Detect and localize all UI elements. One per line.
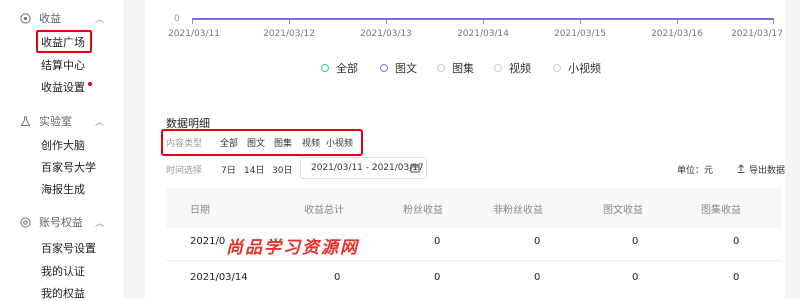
table-cell: 0: [434, 236, 441, 247]
chevron-up-icon: ︿: [95, 218, 105, 229]
row-divider: [166, 260, 782, 261]
filter-video[interactable]: 视频: [302, 136, 320, 149]
time-30d[interactable]: 30日: [272, 163, 292, 176]
watermark: 尚品学习资源网: [226, 238, 359, 258]
table-cell: 2021/0: [190, 236, 226, 247]
legend-item-short-video[interactable]: 小视频: [553, 60, 601, 76]
legend-label: 视频: [509, 62, 531, 75]
x-tick-label: 2021/03/14: [457, 29, 509, 39]
table-cell: 0: [534, 236, 541, 247]
legend-dot-icon: [553, 64, 561, 72]
flask-icon: [20, 116, 31, 127]
x-tick-label: 2021/03/12: [263, 29, 315, 39]
x-tick: [192, 19, 193, 24]
x-tick: [677, 19, 678, 24]
x-tick-label: 2021/03/17: [731, 29, 783, 39]
filter-gallery[interactable]: 图集: [274, 136, 292, 149]
export-button[interactable]: 导出数据: [737, 163, 785, 176]
x-tick: [289, 19, 290, 24]
legend-label: 图集: [452, 62, 474, 75]
column-header-fan-income: 粉丝收益: [403, 205, 443, 216]
sidebar-group-label: 实验室: [39, 115, 72, 128]
x-tick-label: 2021/03/13: [360, 29, 412, 39]
legend-item-gallery[interactable]: 图集: [437, 60, 474, 76]
table-cell: 0: [534, 272, 541, 283]
time-14d[interactable]: 14日: [244, 163, 264, 176]
sidebar-group-label: 账号权益: [39, 216, 83, 229]
x-tick-label: 2021/03/11: [168, 29, 220, 39]
chevron-up-icon: ︿: [95, 14, 105, 25]
table-cell: 0: [334, 272, 341, 283]
sidebar-item-label: 收益设置: [41, 81, 85, 94]
y-axis-zero-label: 0: [174, 14, 180, 24]
sidebar-item-earnings-settings[interactable]: 收益设置: [41, 79, 92, 95]
sidebar-group-earnings[interactable]: 收益 ︿: [20, 10, 104, 26]
time-select-label: 时间选择: [166, 166, 203, 176]
sidebar-item-poster-generation[interactable]: 海报生成: [41, 181, 85, 197]
chevron-up-icon: ︿: [95, 117, 105, 128]
unit-label: 单位：元: [677, 166, 714, 176]
table-header: [166, 188, 782, 228]
legend-dot-icon: [437, 64, 445, 72]
table-cell: 0: [733, 272, 740, 283]
table-cell: 0: [632, 236, 639, 247]
sidebar-group-account-rights[interactable]: 账号权益 ︿: [20, 214, 104, 230]
export-icon: [737, 163, 745, 176]
table-cell: 0: [434, 272, 441, 283]
sidebar-group-lab[interactable]: 实验室 ︿: [20, 113, 104, 129]
legend-dot-icon: [380, 64, 388, 72]
column-header-total: 收益总计: [304, 205, 344, 216]
table-cell: 2021/03/14: [190, 272, 248, 283]
column-header-gallery-income: 图集收益: [701, 205, 741, 216]
sidebar-item-creation-brain[interactable]: 创作大脑: [41, 137, 85, 153]
sidebar: 收益 ︿ 收益广场 结算中心 收益设置 实验室 ︿ 创作大脑 百家号大学 海报生…: [0, 0, 125, 300]
notification-dot: [88, 82, 92, 86]
x-tick: [773, 19, 774, 24]
sidebar-item-earnings-plaza[interactable]: 收益广场: [41, 34, 85, 50]
table-cell: 0: [632, 272, 639, 283]
column-header-date: 日期: [190, 205, 210, 216]
time-7d[interactable]: 7日: [221, 163, 236, 176]
legend-item-graphic[interactable]: 图文: [380, 60, 417, 76]
legend-dot-icon: [494, 64, 502, 72]
x-tick-label: 2021/03/15: [554, 29, 606, 39]
column-header-non-fan-income: 非粉丝收益: [493, 205, 543, 216]
export-label: 导出数据: [749, 166, 786, 176]
filter-graphic[interactable]: 图文: [247, 136, 265, 149]
legend-item-all[interactable]: 全部: [321, 60, 358, 76]
x-tick: [580, 19, 581, 24]
x-tick: [483, 19, 484, 24]
legend-dot-icon: [321, 64, 329, 72]
sidebar-item-settlement[interactable]: 结算中心: [41, 57, 85, 73]
sidebar-item-baijiahao-university[interactable]: 百家号大学: [41, 159, 96, 175]
earnings-icon: [20, 12, 31, 24]
sidebar-item-my-verification[interactable]: 我的认证: [41, 263, 85, 279]
column-header-graphic-income: 图文收益: [603, 205, 643, 216]
x-tick-label: 2021/03/16: [651, 29, 703, 39]
date-range-picker[interactable]: 2021/03/11 - 2021/03/17: [300, 157, 427, 179]
filter-all[interactable]: 全部: [220, 136, 238, 149]
legend-label: 小视频: [568, 62, 601, 75]
legend-label: 全部: [336, 62, 358, 75]
table-cell: 0: [733, 236, 740, 247]
legend-label: 图文: [395, 62, 417, 75]
legend-item-video[interactable]: 视频: [494, 60, 531, 76]
sidebar-item-account-settings[interactable]: 百家号设置: [41, 240, 96, 256]
date-range-value: 2021/03/11 - 2021/03/17: [311, 163, 424, 173]
settings-icon: [20, 216, 31, 228]
calendar-icon: [410, 163, 420, 176]
content-type-label: 内容类型: [166, 139, 203, 149]
filter-short-video[interactable]: 小视频: [326, 136, 353, 149]
sidebar-group-label: 收益: [39, 12, 61, 25]
x-tick: [386, 19, 387, 24]
